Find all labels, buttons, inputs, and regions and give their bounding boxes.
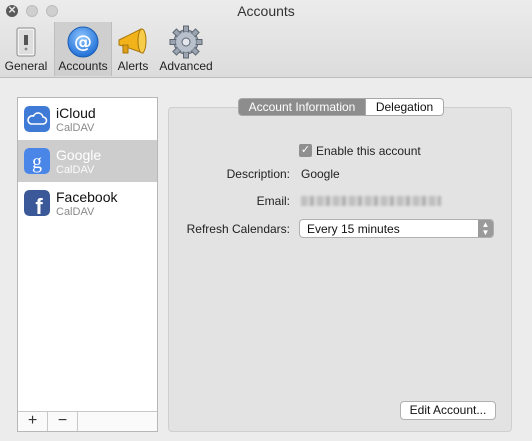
remove-account-button[interactable]: − (48, 412, 78, 431)
account-type: CalDAV (56, 206, 95, 218)
description-value: Google (301, 167, 340, 181)
enable-account-checkbox[interactable]: ✓ (299, 144, 312, 157)
facebook-f-icon: f (24, 190, 50, 216)
edit-account-button[interactable]: Edit Account... (400, 401, 496, 420)
email-label: Email: (256, 194, 290, 208)
svg-text:g: g (32, 151, 42, 173)
add-account-button[interactable]: + (18, 412, 48, 431)
account-type: CalDAV (56, 122, 95, 134)
enable-account-label: Enable this account (316, 144, 421, 158)
at-sign-icon: @ (67, 26, 99, 58)
toolbar-accounts-label: Accounts (58, 59, 108, 73)
tab-account-information[interactable]: Account Information (238, 98, 366, 116)
account-type: CalDAV (56, 164, 95, 176)
list-footer: + − (18, 411, 157, 431)
refresh-calendars-value: Every 15 minutes (307, 222, 400, 236)
account-name: iCloud (56, 105, 96, 121)
toolbar-accounts[interactable]: @ Accounts (54, 22, 112, 76)
toolbar-alerts-label: Alerts (117, 59, 149, 73)
refresh-calendars-label: Refresh Calendars: (186, 222, 290, 236)
switch-icon (16, 27, 36, 57)
account-row-facebook[interactable]: f Facebook CalDAV (18, 182, 157, 224)
account-name: Facebook (56, 189, 118, 205)
cloud-icon (24, 106, 50, 132)
tab-delegation[interactable]: Delegation (366, 98, 444, 116)
toolbar-general[interactable]: General (3, 22, 49, 76)
svg-text:@: @ (74, 32, 92, 53)
svg-text:f: f (35, 194, 43, 216)
window-titlebar: Accounts General @ Accounts (0, 0, 532, 78)
updown-arrows-icon: ▲ ▼ (478, 220, 493, 237)
accounts-list[interactable]: iCloud CalDAV g Google CalDAV f Facebook… (17, 97, 158, 432)
toolbar-advanced[interactable]: Advanced (157, 22, 215, 76)
window-title: Accounts (237, 3, 295, 19)
toolbar-general-label: General (4, 59, 48, 73)
account-row-icloud[interactable]: iCloud CalDAV (18, 98, 157, 140)
description-label: Description: (226, 167, 290, 181)
email-value-redacted (301, 196, 441, 206)
toolbar-alerts[interactable]: Alerts (113, 22, 153, 76)
gear-icon (169, 25, 203, 59)
refresh-calendars-select[interactable]: Every 15 minutes ▲ ▼ (299, 219, 494, 238)
google-g-icon: g (24, 148, 50, 174)
megaphone-icon (118, 28, 147, 54)
toolbar-advanced-label: Advanced (159, 59, 213, 73)
account-row-google[interactable]: g Google CalDAV (18, 140, 157, 182)
account-name: Google (56, 147, 102, 163)
